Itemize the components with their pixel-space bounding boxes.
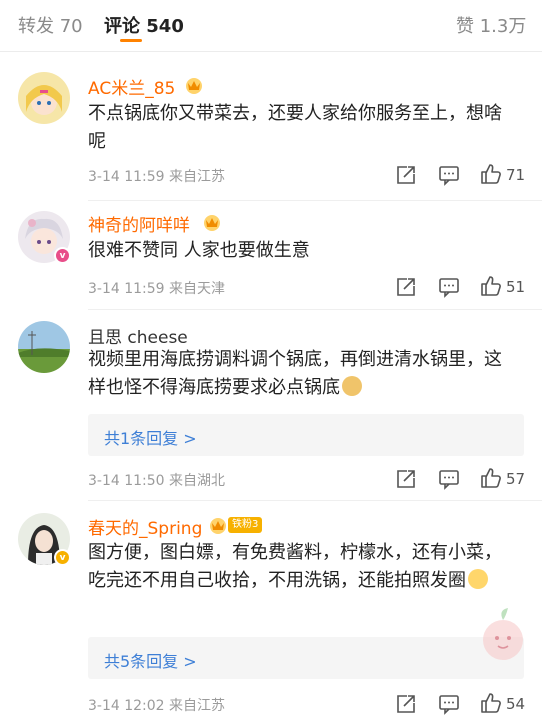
doge-emoji-icon (342, 376, 362, 396)
comment-item: v 神奇的阿咩咩 很难不赞同 人家也要做生意 3-14 11:59 来自天津 5… (0, 201, 542, 309)
crown-badge-icon (186, 78, 202, 94)
tab-like[interactable]: 赞 1.3万 (456, 12, 526, 38)
thumbs-up-icon[interactable] (480, 275, 502, 297)
comment-time: 3-14 11:59 (88, 281, 165, 297)
username[interactable]: AC米兰_85 (88, 74, 175, 99)
username[interactable]: 且思 cheese (88, 323, 188, 348)
share-icon[interactable] (395, 164, 417, 186)
comment-icon[interactable] (438, 276, 460, 298)
watermark-logo (483, 608, 523, 660)
comment-source: 来自江苏 (169, 169, 226, 185)
sweat-emoji-icon (468, 569, 488, 589)
view-replies-link[interactable]: 共1条回复 > (104, 425, 197, 449)
comment-icon[interactable] (438, 164, 460, 186)
comment-text-body: 图方便，图白嫖，有免费酱料，柠檬水，还有小菜，吃完还不用自己收拾，不用洗锅，还能… (88, 542, 502, 591)
share-icon[interactable] (395, 276, 417, 298)
verified-badge-icon: v (54, 549, 71, 566)
crown-badge-icon (204, 215, 220, 231)
tab-comment[interactable]: 评论 540 (104, 12, 184, 38)
thumbs-up-icon[interactable] (480, 692, 502, 714)
thumbs-up-icon[interactable] (480, 163, 502, 185)
comment-item: v 春天的_Spring 铁粉3 图方便，图白嫖，有免费酱料，柠檬水，还有小菜，… (0, 501, 542, 725)
like-count: 51 (506, 278, 526, 296)
tab-comment-count: 540 (146, 16, 184, 37)
share-icon[interactable] (395, 693, 417, 715)
tab-like-label: 赞 (456, 16, 474, 37)
fan-badge: 铁粉3 (228, 517, 263, 533)
active-tab-indicator (120, 39, 142, 42)
comment-text: 很难不赞同 人家也要做生意 (88, 240, 310, 261)
comment-item: AC米兰_85 不点锅底你又带菜去，还要人家给你服务至上，想啥呢 3-14 11… (0, 52, 542, 200)
like-count: 54 (506, 695, 526, 713)
comment-meta: 3-14 11:50 来自湖北 (88, 470, 225, 490)
comment-meta: 3-14 11:59 来自天津 (88, 278, 225, 298)
avatar[interactable] (18, 72, 70, 124)
like-count: 57 (506, 470, 526, 488)
tab-comment-label: 评论 (104, 16, 140, 37)
comment-time: 3-14 12:02 (88, 698, 165, 714)
crown-badge-icon (210, 518, 226, 534)
thumbs-up-icon[interactable] (480, 467, 502, 489)
reply-box[interactable]: 共5条回复 > (88, 637, 524, 679)
comment-item: 且思 cheese 视频里用海底捞调料调个锅底，再倒进清水锅里，这样也怪不得海底… (0, 310, 542, 500)
tab-repost-count: 70 (59, 16, 83, 37)
comment-text-body: 视频里用海底捞调料调个锅底，再倒进清水锅里，这样也怪不得海底捞要求必点锅底 (88, 349, 502, 398)
comment-text: 视频里用海底捞调料调个锅底，再倒进清水锅里，这样也怪不得海底捞要求必点锅底 (88, 346, 518, 402)
comment-source: 来自天津 (169, 281, 226, 297)
comment-text: 不点锅底你又带菜去，还要人家给你服务至上，想啥呢 (88, 103, 502, 152)
tab-repost[interactable]: 转发 70 (18, 12, 83, 38)
comment-icon[interactable] (438, 693, 460, 715)
comment-time: 3-14 11:59 (88, 169, 165, 185)
comment-tabs: 转发 70 评论 540 赞 1.3万 (0, 0, 542, 52)
comment-source: 来自湖北 (169, 473, 226, 489)
share-icon[interactable] (395, 468, 417, 490)
avatar[interactable] (18, 321, 70, 373)
comment-time: 3-14 11:50 (88, 473, 165, 489)
comment-icon[interactable] (438, 468, 460, 490)
reply-box[interactable]: 共1条回复 > (88, 414, 524, 456)
comment-meta: 3-14 12:02 来自江苏 (88, 695, 225, 715)
comment-text: 图方便，图白嫖，有免费酱料，柠檬水，还有小菜，吃完还不用自己收拾，不用洗锅，还能… (88, 539, 518, 595)
tab-repost-label: 转发 (18, 16, 54, 37)
like-count: 71 (506, 166, 526, 184)
username[interactable]: 神奇的阿咩咩 (88, 211, 190, 236)
view-replies-link[interactable]: 共5条回复 > (104, 648, 197, 672)
tab-like-count: 1.3万 (479, 16, 527, 37)
comment-meta: 3-14 11:59 来自江苏 (88, 166, 225, 186)
username[interactable]: 春天的_Spring (88, 514, 202, 539)
verified-badge-icon: v (54, 247, 71, 264)
comment-source: 来自江苏 (169, 698, 226, 714)
